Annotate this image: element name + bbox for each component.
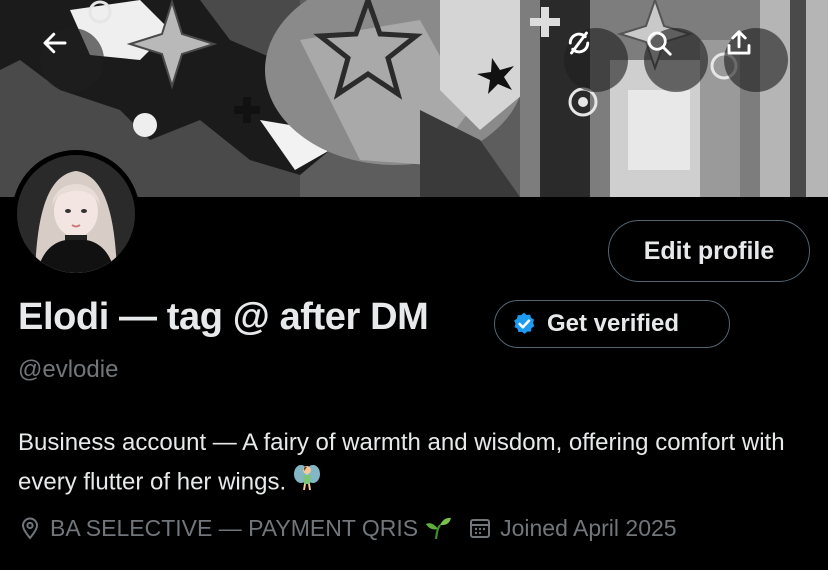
profile-meta: BA SELECTIVE — PAYMENT QRIS Joined April… xyxy=(18,512,677,544)
get-verified-button[interactable]: Get verified xyxy=(494,300,730,348)
location-pin-icon xyxy=(21,517,39,540)
profile-bio: Business account — A fairy of warmth and… xyxy=(18,424,818,504)
back-button[interactable] xyxy=(40,28,104,92)
fairy-emoji-icon xyxy=(292,462,322,504)
profile-banner[interactable] xyxy=(0,0,828,197)
avatar[interactable] xyxy=(12,150,140,278)
avatar-photo xyxy=(17,155,135,273)
username-handle: @evlodie xyxy=(18,356,119,383)
location-text: BA SELECTIVE — PAYMENT QRIS xyxy=(50,514,419,541)
get-verified-label: Get verified xyxy=(547,310,680,337)
bio-text: Business account — A fairy of warmth and… xyxy=(18,429,785,496)
refresh-button[interactable] xyxy=(564,28,628,92)
display-name: Elodi — tag @ after DM xyxy=(18,296,429,338)
share-icon xyxy=(727,30,751,55)
joined-date: Joined April 2025 xyxy=(500,514,677,541)
share-button[interactable] xyxy=(724,28,788,92)
location-item: BA SELECTIVE — PAYMENT QRIS xyxy=(18,515,452,542)
search-button[interactable] xyxy=(644,28,708,92)
joined-item: Joined April 2025 xyxy=(468,514,677,542)
edit-profile-button[interactable]: Edit profile xyxy=(608,220,810,282)
banner-image xyxy=(0,0,828,197)
back-arrow-icon xyxy=(43,32,67,54)
calendar-icon xyxy=(470,519,491,538)
seedling-emoji-icon xyxy=(426,517,452,540)
verified-badge-icon xyxy=(514,312,535,334)
search-icon xyxy=(647,31,672,56)
refresh-icon xyxy=(568,31,590,55)
